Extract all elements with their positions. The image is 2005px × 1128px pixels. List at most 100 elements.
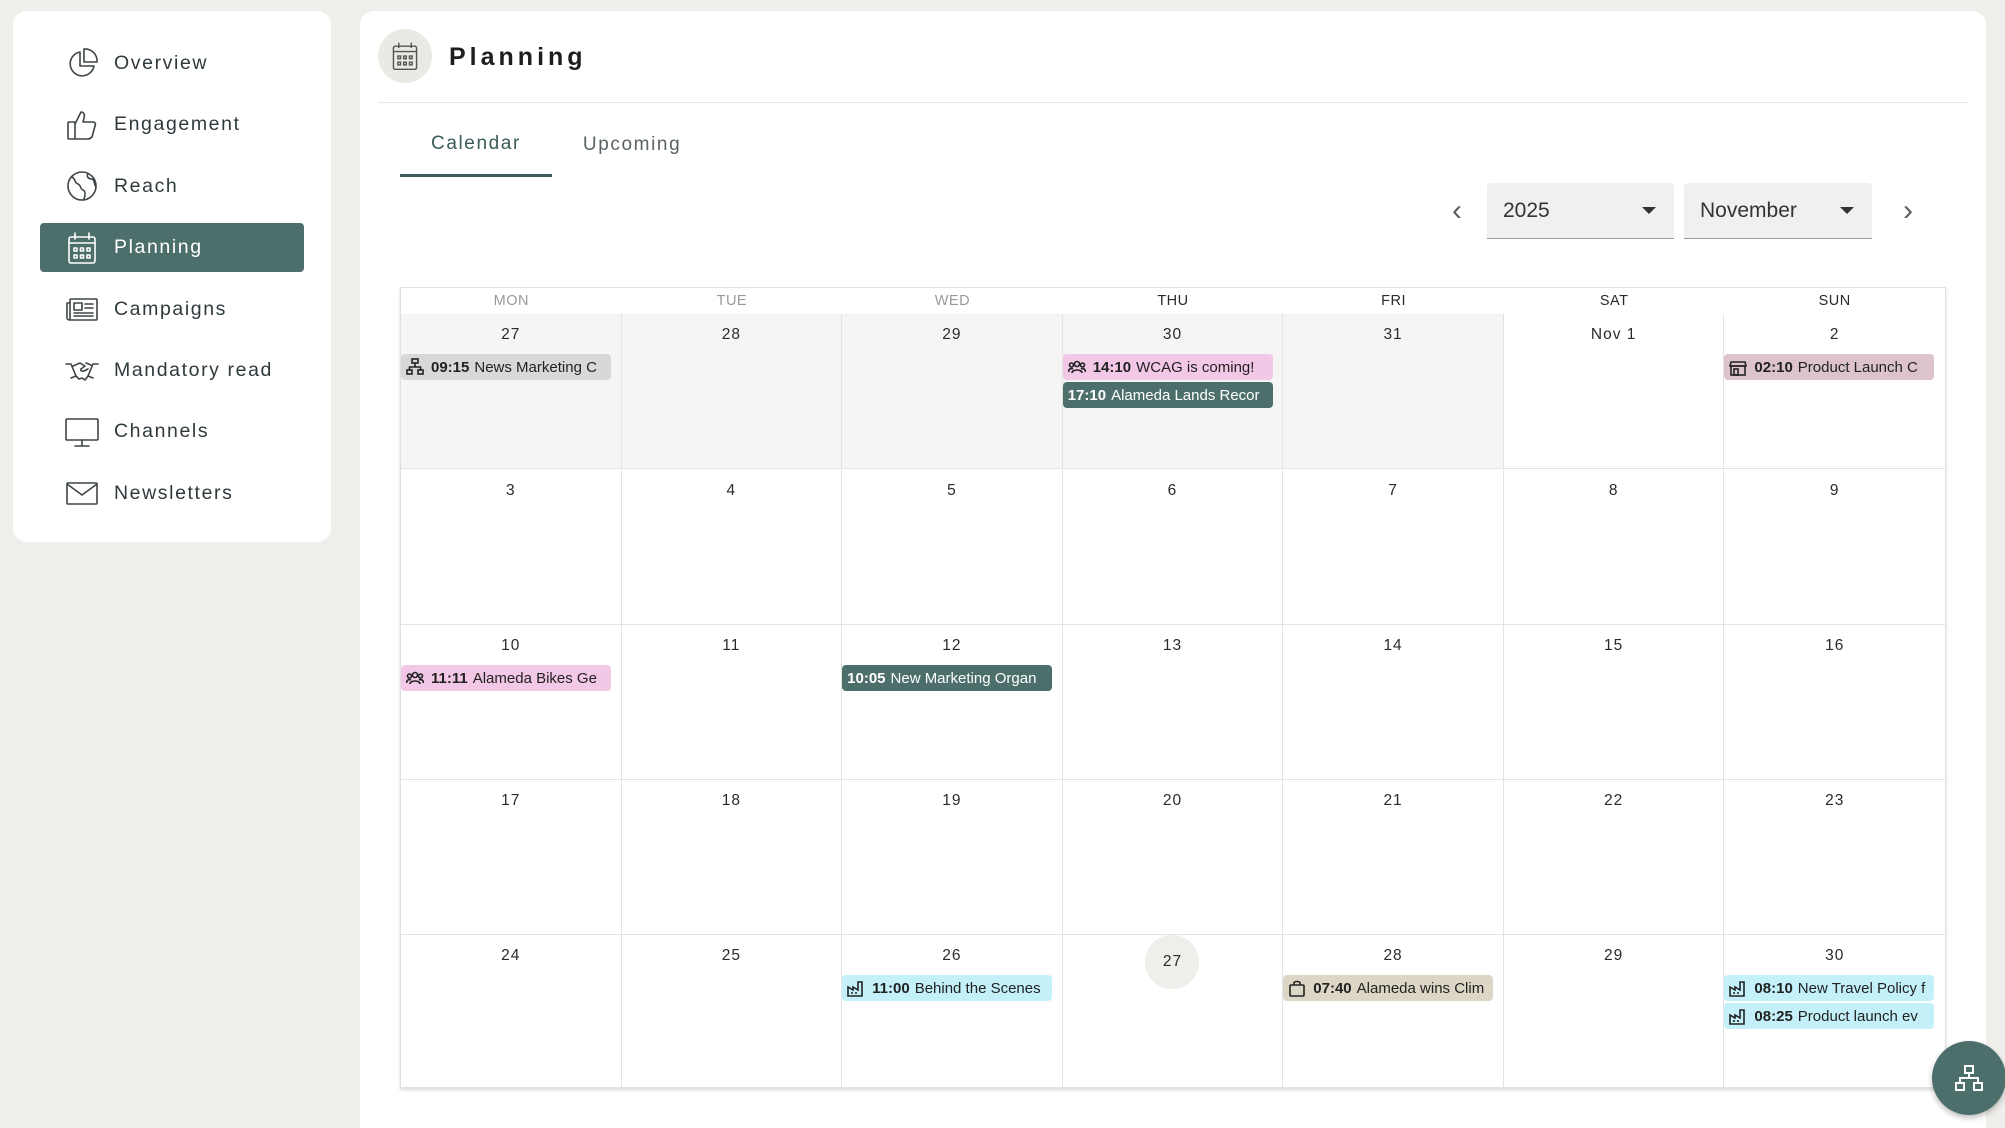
sidebar-item-label: Campaigns <box>114 297 228 320</box>
calendar-day-cell[interactable]: 30 14:10 WCAG is coming! 17:10 Alameda Lands… <box>1062 314 1284 469</box>
calendar-event[interactable]: 11:00 Behind the Scenes <box>842 975 1053 1001</box>
calendar-event[interactable]: 11:11 Alameda Bikes Ge <box>401 665 611 691</box>
calendar-day-cell[interactable]: 24 <box>401 935 622 1089</box>
weekday-label: MON <box>493 293 529 309</box>
calendar-day-cell[interactable]: 28 <box>621 314 843 469</box>
year-select[interactable]: 2025 <box>1487 183 1674 239</box>
calendar-event[interactable]: 08:25 Product launch ev <box>1724 1003 1935 1029</box>
calendar-event[interactable]: 17:10 Alameda Lands Recor <box>1062 382 1273 408</box>
sidebar-item-label: Channels <box>114 420 210 443</box>
event-title: Alameda Bikes Ge <box>472 669 597 687</box>
calendar-week-row: 3 4 5 6 7 8 9 <box>401 470 1945 625</box>
event-time: 07:40 <box>1313 979 1352 997</box>
day-number: 16 <box>1825 637 1845 654</box>
day-number: 22 <box>1604 792 1624 809</box>
sidebar-item-planning[interactable]: Planning <box>40 223 304 273</box>
calendar-day-cell[interactable]: 15 <box>1503 625 1725 780</box>
chevron-right-icon[interactable]: › <box>1888 191 1928 231</box>
event-title: Alameda wins Clim <box>1356 979 1485 997</box>
calendar-day-cell[interactable]: 31 <box>1283 314 1504 469</box>
day-number: 25 <box>721 947 741 964</box>
sidebar-item-campaigns[interactable]: Campaigns <box>40 285 304 334</box>
calendar-day-cell[interactable]: 29 <box>842 314 1063 469</box>
day-number: 15 <box>1604 637 1624 654</box>
calendar-day-cell[interactable]: 27 <box>1062 935 1284 1089</box>
factory-icon <box>1729 1007 1749 1025</box>
calendar-day-cell[interactable]: 11 <box>621 625 843 780</box>
calendar-week-row: 10 11:11 Alameda Bikes Ge 11 12 10:05 New Mark… <box>401 625 1945 780</box>
sidebar-item-engagement[interactable]: Engagement <box>40 100 304 149</box>
calendar-day-cell[interactable]: 10 11:11 Alameda Bikes Ge <box>401 625 622 780</box>
sidebar-item-mandatory-read[interactable]: Mandatory read <box>40 346 304 395</box>
day-number: 8 <box>1608 482 1619 499</box>
day-number: 3 <box>505 482 516 499</box>
calendar-day-cell[interactable]: 23 <box>1724 780 1945 935</box>
globe-icon <box>62 166 102 206</box>
weekday-label: THU <box>1157 293 1189 309</box>
sidebar-item-reach[interactable]: Reach <box>40 162 304 211</box>
sidebar-item-channels[interactable]: Channels <box>40 407 304 456</box>
event-title: Product launch ev <box>1797 1007 1918 1025</box>
calendar-day-cell[interactable]: 16 <box>1724 625 1945 780</box>
calendar-day-cell[interactable]: 20 <box>1062 780 1284 935</box>
calendar-day-cell[interactable]: 12 10:05 New Marketing Organ <box>842 625 1063 780</box>
tab-upcoming[interactable]: Upcoming <box>552 113 712 177</box>
sidebar: Overview Engagement Reach Planning Campa… <box>13 11 331 542</box>
calendar-day-cell[interactable]: 5 <box>842 470 1063 625</box>
day-number: Nov 1 <box>1590 326 1637 343</box>
calendar-day-cell[interactable]: 21 <box>1283 780 1504 935</box>
calendar-day-cell[interactable]: 25 <box>621 935 843 1089</box>
calendar-day-cell[interactable]: 14 <box>1283 625 1504 780</box>
calendar-day-cell[interactable]: 28 07:40 Alameda wins Clim <box>1283 935 1504 1089</box>
calendar-day-cell[interactable]: 30 08:10 New Travel Policy f 08:25 Product l… <box>1724 935 1945 1089</box>
sidebar-item-overview[interactable]: Overview <box>40 39 304 88</box>
calendar-day-cell[interactable]: 13 <box>1062 625 1284 780</box>
tab-calendar[interactable]: Calendar <box>400 113 552 177</box>
calendar-day-cell[interactable]: 26 11:00 Behind the Scenes <box>842 935 1063 1089</box>
weekday-label: WED <box>934 293 971 309</box>
calendar-day-cell[interactable]: 4 <box>621 470 843 625</box>
calendar-day-cell[interactable]: 6 <box>1062 470 1284 625</box>
calendar-week-row: 27 09:15 News Marketing C 28 29 30 14:10 WCAG i… <box>401 314 1945 469</box>
calendar-day-cell[interactable]: 7 <box>1283 470 1504 625</box>
calendar-day-cell[interactable]: 18 <box>621 780 843 935</box>
event-time: 08:25 <box>1754 1007 1793 1025</box>
org-chart-icon <box>1955 1065 1983 1091</box>
calendar-event[interactable]: 09:15 News Marketing C <box>401 354 611 380</box>
day-number: 18 <box>721 792 741 809</box>
calendar-day-cell[interactable]: 17 <box>401 780 622 935</box>
calendar-day-cell[interactable]: 2 02:10 Product Launch C <box>1724 314 1945 469</box>
calendar-day-cell[interactable]: Nov 1 <box>1503 314 1725 469</box>
page-header: Planning <box>378 29 1968 103</box>
day-number: 12 <box>942 637 962 654</box>
calendar-day-cell[interactable]: 27 09:15 News Marketing C <box>401 314 622 469</box>
thumbs-up-icon <box>62 105 102 145</box>
calendar-day-cell[interactable]: 19 <box>842 780 1063 935</box>
calendar-event[interactable]: 08:10 New Travel Policy f <box>1724 975 1935 1001</box>
day-number: 27 <box>501 326 521 343</box>
org-chart-fab-button[interactable] <box>1932 1041 2005 1115</box>
weekday-label: SUN <box>1818 293 1851 309</box>
calendar-day-cell[interactable]: 3 <box>401 470 622 625</box>
calendar-event[interactable]: 14:10 WCAG is coming! <box>1062 354 1273 380</box>
calendar-day-cell[interactable]: 22 <box>1503 780 1725 935</box>
day-number: 29 <box>1604 947 1624 964</box>
month-select[interactable]: November <box>1684 183 1872 239</box>
sidebar-item-newsletters[interactable]: Newsletters <box>40 469 304 518</box>
calendar-icon <box>378 29 432 83</box>
tab-bar: Calendar Upcoming <box>400 113 712 178</box>
group-icon <box>1067 358 1088 376</box>
calendar-event[interactable]: 07:40 Alameda wins Clim <box>1283 975 1494 1001</box>
calendar-day-cell[interactable]: 8 <box>1503 470 1725 625</box>
event-time: 17:10 <box>1067 386 1107 404</box>
caret-down-icon <box>1840 207 1854 214</box>
factory-icon <box>847 979 867 997</box>
chevron-left-icon[interactable]: ‹ <box>1437 191 1477 231</box>
handshake-icon <box>62 350 102 390</box>
calendar-day-cell[interactable]: 9 <box>1724 470 1945 625</box>
event-title: Alameda Lands Recor <box>1111 386 1260 404</box>
day-number: 4 <box>726 482 737 499</box>
calendar-event[interactable]: 02:10 Product Launch C <box>1724 354 1935 380</box>
calendar-day-cell[interactable]: 29 <box>1503 935 1725 1089</box>
calendar-event[interactable]: 10:05 New Marketing Organ <box>842 665 1053 691</box>
